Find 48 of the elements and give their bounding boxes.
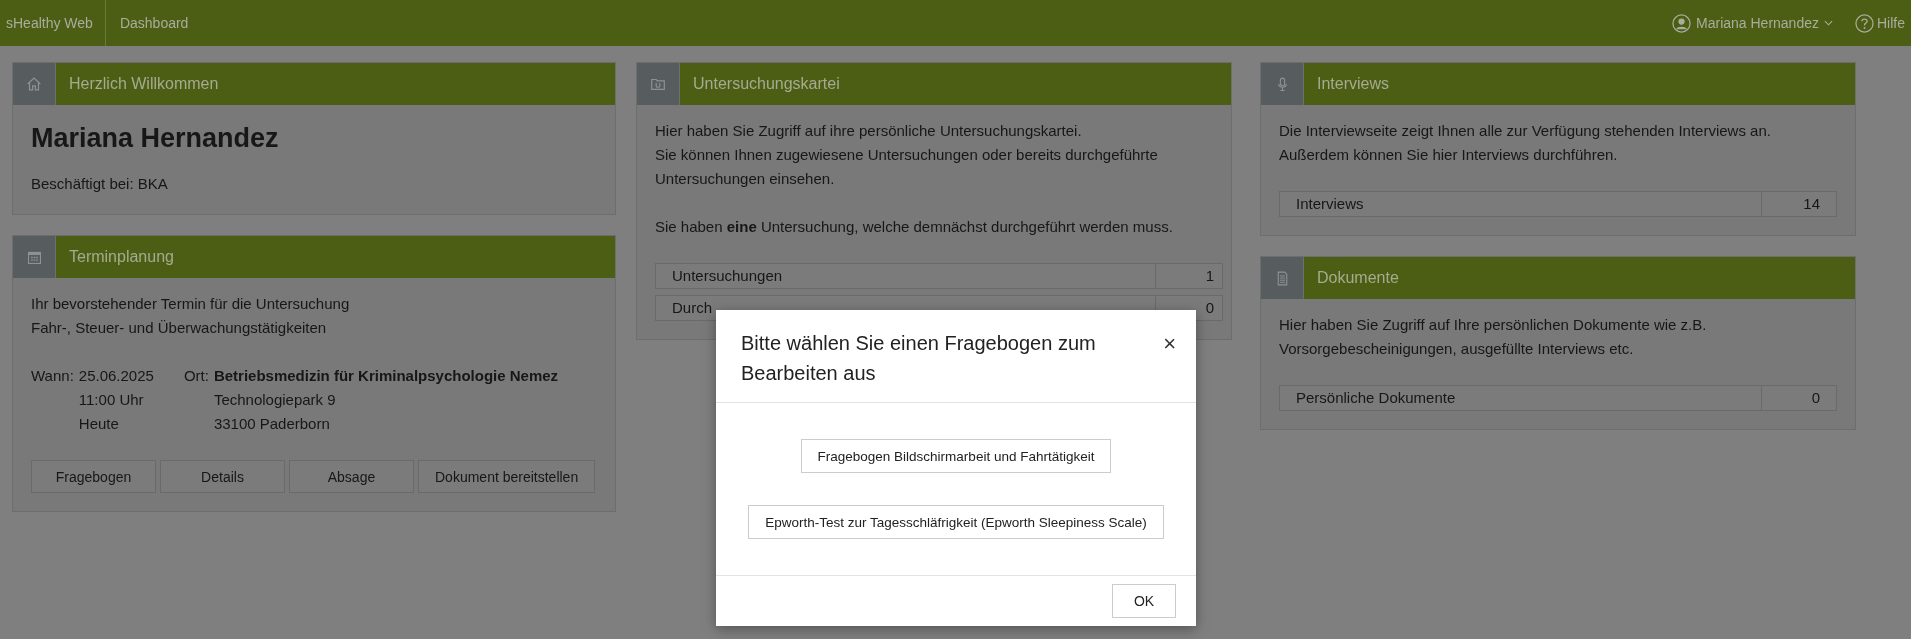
caret-icon [1824, 20, 1833, 26]
when-value: 25.06.2025 [78, 366, 154, 386]
stat-label: Interviews [1295, 194, 1365, 214]
help-link[interactable]: Hilfe [1855, 13, 1905, 33]
close-button[interactable]: × [1161, 334, 1178, 354]
user-name: Mariana Hernandez [31, 123, 280, 154]
location-label: Ort: [183, 366, 209, 386]
action-button[interactable]: Fragebogen [31, 460, 156, 493]
help-icon [1855, 13, 1874, 33]
info-text: Sie können Ihnen zugewiesene Untersuchungen oder bereits durchgeführte Untersuchungen einsehen. [655, 145, 1159, 189]
stat-label: Durch [671, 298, 713, 318]
appointment-text: Ihr bevorstehender Termin für die Untersuchung [31, 294, 351, 314]
stat-value: 14 [1761, 192, 1836, 216]
action-button[interactable]: Details [160, 460, 285, 493]
card-title: Interviews [1304, 63, 1855, 105]
stat-value: 1 [1155, 264, 1222, 288]
action-button[interactable]: Absage [289, 460, 414, 493]
stat-label: Persönliche Dokumente [1295, 388, 1457, 408]
info-text: Sie haben eine Untersuchung, welche demnächst durchgeführt werden muss. [655, 217, 1174, 237]
when-label: Wann: [31, 366, 74, 386]
questionnaire-button[interactable]: Fragebogen Bildschirmarbeit und Fahrtätigkeit [800, 439, 1112, 473]
questionnaire-button[interactable]: Epworth-Test zur Tagesschläfrigkeit (Epworth Sleepiness Scale) [748, 505, 1164, 539]
dashboard-link[interactable]: Dashboard [105, 15, 203, 31]
brand-link[interactable]: sHealthy Web [0, 0, 106, 46]
ok-button[interactable]: OK [1112, 584, 1176, 618]
card-title: Dokumente [1304, 257, 1855, 299]
card-title: Herzlich Willkommen [56, 63, 615, 105]
home-icon [25, 75, 43, 93]
when-value: Heute [78, 414, 120, 434]
stat-value: 0 [1761, 386, 1836, 410]
user-menu[interactable]: Mariana Hernandez [1672, 13, 1833, 33]
info-text: Hier haben Sie Zugriff auf Ihre persönlichen Dokumente wie z.B. [1279, 315, 1708, 335]
dialog-title: Bitte wählen Sie einen Fragebogen zum Bearbeiten aus [741, 331, 1097, 386]
appointment-text: Fahr-, Steuer- und Überwachungstätigkeiten [31, 318, 328, 338]
location-value: 33100 Paderborn [213, 414, 331, 434]
stat-label: Untersuchungen [671, 266, 784, 286]
info-text: Außerdem können Sie hier Interviews durchführen. [1279, 145, 1619, 165]
info-text: Hier haben Sie Zugriff auf ihre persönliche Untersuchungskartei. [655, 121, 1083, 141]
user-icon [1672, 13, 1691, 33]
info-text: Die Interviewseite zeigt Ihnen alle zur Verfügung stehenden Interviews an. [1279, 121, 1772, 141]
when-value: 11:00 Uhr [78, 390, 145, 410]
location-value: Technologiepark 9 [213, 390, 337, 410]
info-text: Vorsorgebescheinigungen, ausgefüllte Interviews etc. [1279, 339, 1635, 359]
employer-text: Beschäftigt bei: BKA [31, 174, 169, 194]
location-value: Betriebsmedizin für Kriminalpsychologie Nemez [213, 366, 559, 386]
action-button[interactable]: Dokument bereitstellen [418, 460, 596, 493]
card-title: Untersuchungskartei [680, 63, 1231, 105]
card-title: Terminplanung [56, 236, 615, 278]
